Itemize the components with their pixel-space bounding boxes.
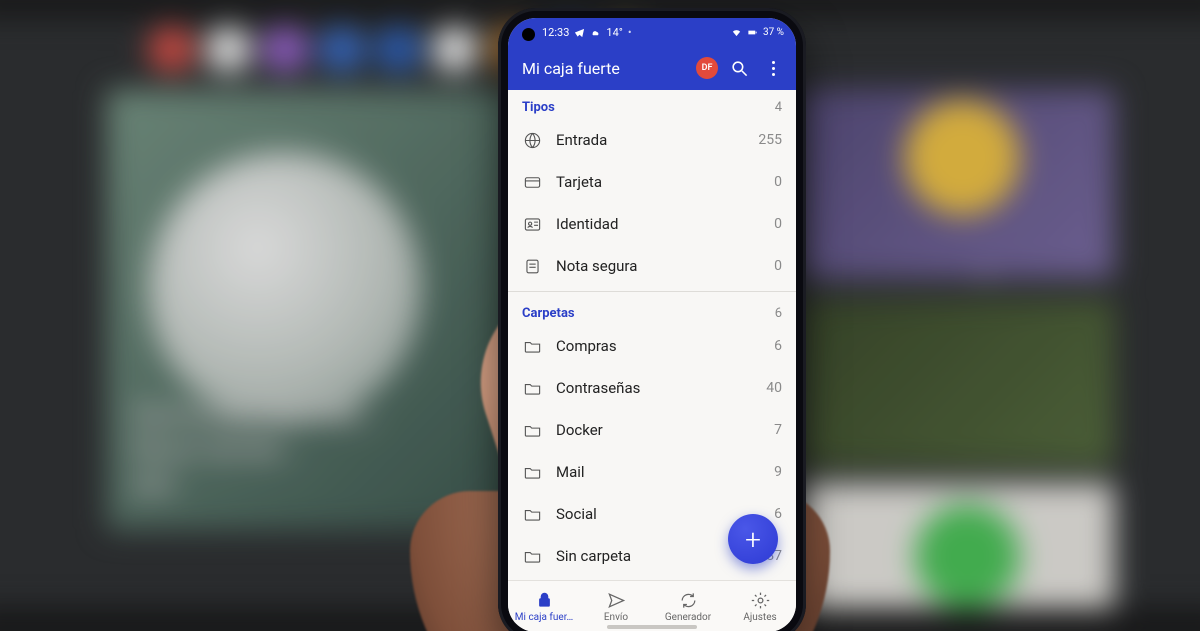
row-count: 9: [774, 464, 782, 480]
search-button[interactable]: [722, 51, 756, 85]
row-label: Entrada: [556, 131, 744, 149]
battery-icon: [747, 27, 758, 38]
row-label: Identidad: [556, 215, 760, 233]
app-bar: Mi caja fuerte DF: [508, 46, 796, 90]
row-label: Tarjeta: [556, 173, 760, 191]
type-row-identity[interactable]: Identidad 0: [508, 203, 796, 245]
telegram-icon: [574, 27, 585, 38]
nav-generator[interactable]: Generador: [652, 581, 724, 631]
type-row-card[interactable]: Tarjeta 0: [508, 161, 796, 203]
card-icon: [522, 172, 542, 192]
type-row-login[interactable]: Entrada 255: [508, 119, 796, 161]
account-avatar[interactable]: DF: [696, 57, 718, 79]
gesture-bar[interactable]: [607, 625, 697, 629]
row-label: Nota segura: [556, 257, 760, 275]
section-label: Carpetas: [522, 306, 575, 321]
folder-icon: [522, 378, 542, 398]
row-label: Contraseñas: [556, 379, 752, 397]
lock-icon: [535, 591, 554, 610]
folder-row[interactable]: Mail 9: [508, 451, 796, 493]
row-label: Compras: [556, 337, 760, 355]
phone-frame: 12:33 14° • 37 % Mi caja fuerte DF: [498, 8, 806, 631]
row-count: 0: [774, 216, 782, 232]
row-count: 0: [774, 258, 782, 274]
punch-hole-camera: [522, 28, 535, 41]
globe-icon: [522, 130, 542, 150]
row-label: Mail: [556, 463, 760, 481]
app-title: Mi caja fuerte: [522, 59, 692, 78]
nav-label: Envío: [604, 612, 628, 623]
folder-icon: [522, 504, 542, 524]
row-count: 7: [774, 422, 782, 438]
refresh-icon: [679, 591, 698, 610]
folder-icon: [522, 546, 542, 566]
weather-icon: [590, 27, 601, 38]
nav-label: Generador: [665, 612, 711, 623]
add-item-fab[interactable]: +: [728, 514, 778, 564]
more-vert-icon: [772, 61, 775, 76]
folder-row[interactable]: Contraseñas 40: [508, 367, 796, 409]
nav-send[interactable]: Envío: [580, 581, 652, 631]
folder-icon: [522, 462, 542, 482]
nav-settings[interactable]: Ajustes: [724, 581, 796, 631]
row-label: Docker: [556, 421, 760, 439]
send-icon: [607, 591, 626, 610]
section-types: Tipos 4: [508, 90, 796, 119]
row-count: 6: [774, 506, 782, 522]
folder-icon: [522, 420, 542, 440]
nav-vault[interactable]: Mi caja fuer…: [508, 581, 580, 631]
divider: [508, 291, 796, 292]
section-count: 4: [775, 100, 782, 115]
row-label: Social: [556, 505, 760, 523]
row-count: 0: [774, 174, 782, 190]
folder-icon: [522, 336, 542, 356]
type-row-note[interactable]: Nota segura 0: [508, 245, 796, 287]
section-folders: Carpetas 6: [508, 296, 796, 325]
plus-icon: +: [745, 523, 761, 556]
wifi-icon: [731, 27, 742, 38]
vault-list[interactable]: Tipos 4 Entrada 255 Tarjeta 0 Identidad …: [508, 90, 796, 580]
battery-percent: 37 %: [763, 27, 784, 38]
overflow-menu-button[interactable]: [756, 51, 790, 85]
status-temp: 14°: [606, 26, 622, 39]
row-count: 255: [758, 132, 782, 148]
status-time: 12:33: [542, 26, 569, 39]
search-icon: [730, 59, 749, 78]
row-count: 40: [766, 380, 782, 396]
section-label: Tipos: [522, 100, 555, 115]
row-count: 6: [774, 338, 782, 354]
gear-icon: [751, 591, 770, 610]
id-icon: [522, 214, 542, 234]
bottom-nav: Mi caja fuer… Envío Generador Ajustes: [508, 580, 796, 631]
folder-row[interactable]: Compras 6: [508, 325, 796, 367]
nav-label: Mi caja fuer…: [515, 612, 573, 623]
folder-row[interactable]: Docker 7: [508, 409, 796, 451]
nav-label: Ajustes: [743, 612, 776, 623]
section-count: 6: [775, 306, 782, 321]
status-bar: 12:33 14° • 37 %: [508, 18, 796, 46]
row-label: Sin carpeta: [556, 547, 744, 565]
note-icon: [522, 256, 542, 276]
